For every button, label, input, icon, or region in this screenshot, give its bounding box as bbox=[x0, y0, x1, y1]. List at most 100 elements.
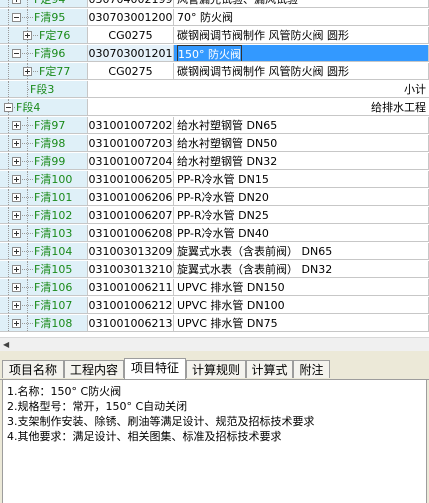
table-row[interactable]: F定76 CG0275 碳钢阀调节阀制作 风管防火阀 圆形 bbox=[0, 27, 429, 45]
expand-plus-icon[interactable] bbox=[12, 157, 21, 166]
tree-cell[interactable]: F定77 bbox=[0, 63, 88, 80]
tree-cell[interactable]: F清101 bbox=[0, 189, 88, 206]
row-code: CG0275 bbox=[88, 27, 174, 44]
row-name: PP-R冷水管 DN15 bbox=[174, 171, 429, 188]
tree-cell[interactable]: F清106 bbox=[0, 279, 88, 296]
row-name: 给排水工程 bbox=[88, 99, 429, 116]
row-label: F清96 bbox=[34, 47, 66, 60]
expand-plus-icon[interactable] bbox=[12, 265, 21, 274]
tab-formula[interactable]: 计算式 bbox=[246, 360, 293, 378]
table-row[interactable]: F清101 031001006206 PP-R冷水管 DN20 bbox=[0, 189, 429, 207]
row-name: PP-R冷水管 DN25 bbox=[174, 207, 429, 224]
row-code: 031001007204 bbox=[88, 153, 174, 170]
tree-line bbox=[28, 89, 29, 90]
expand-plus-icon[interactable] bbox=[12, 139, 21, 148]
table-row[interactable]: F清98 031001007203 给水衬塑钢管 DN50 bbox=[0, 135, 429, 153]
tree-line bbox=[8, 315, 9, 331]
table-row[interactable]: F段4 给排水工程 bbox=[0, 99, 429, 117]
table-row[interactable]: F清96 030703001201 150° 防火阀 bbox=[0, 45, 429, 63]
tree-line bbox=[8, 207, 9, 223]
collapse-minus-icon[interactable] bbox=[12, 49, 21, 58]
expand-plus-icon[interactable] bbox=[23, 67, 32, 76]
tree-cell[interactable]: F清104 bbox=[0, 243, 88, 260]
tab-notes[interactable]: 附注 bbox=[293, 360, 330, 378]
expand-plus-icon[interactable] bbox=[12, 247, 21, 256]
feature-text-area[interactable]: 1.名称：150° C防火阀 2.规格型号：常开，150° C自动关闭 3.支架制作… bbox=[2, 380, 427, 503]
tree-line bbox=[8, 9, 9, 25]
row-code: 031003013209 bbox=[88, 243, 174, 260]
row-name: 风管漏光试验、漏风试验 bbox=[174, 0, 429, 8]
row-name: 碳钢阀调节阀制作 风管防火阀 圆形 bbox=[174, 63, 429, 80]
expand-plus-icon[interactable] bbox=[23, 31, 32, 40]
table-row[interactable]: F清107 031001006212 UPVC 排水管 DN100 bbox=[0, 297, 429, 315]
table-row[interactable]: F清100 031001006205 PP-R冷水管 DN15 bbox=[0, 171, 429, 189]
expand-plus-icon[interactable] bbox=[12, 175, 21, 184]
table-row[interactable]: F清102 031001006207 PP-R冷水管 DN25 bbox=[0, 207, 429, 225]
row-name: PP-R冷水管 DN40 bbox=[174, 225, 429, 242]
tree-cell[interactable]: F清97 bbox=[0, 117, 88, 134]
row-code: 031001007202 bbox=[88, 117, 174, 134]
tree-line bbox=[8, 171, 9, 187]
tree-cell[interactable]: F清95 bbox=[0, 9, 88, 26]
row-name: 旋翼式水表（含表前阀） DN65 bbox=[174, 243, 429, 260]
tree-cell[interactable]: F清100 bbox=[0, 171, 88, 188]
detail-tabbar: 项目名称 工程内容 项目特征 计算规则 计算式 附注 bbox=[0, 357, 429, 380]
bill-grid: F定94 030704002199风管漏光试验、漏风试验 F清95 030703001… bbox=[0, 0, 429, 337]
row-code: 030704002199 bbox=[88, 0, 174, 8]
tree-cell[interactable]: F清105 bbox=[0, 261, 88, 278]
expand-plus-icon[interactable] bbox=[12, 121, 21, 130]
tree-cell[interactable]: F定76 bbox=[0, 27, 88, 44]
tree-cell[interactable]: F清103 bbox=[0, 225, 88, 242]
row-label: F清108 bbox=[34, 317, 73, 330]
tree-cell[interactable]: F段3 bbox=[0, 81, 88, 98]
row-label: F清98 bbox=[34, 137, 66, 150]
table-row[interactable]: F定77 CG0275 碳钢阀调节阀制作 风管防火阀 圆形 bbox=[0, 63, 429, 81]
table-row[interactable]: F清95 030703001200 70° 防火阀 bbox=[0, 9, 429, 27]
row-name[interactable]: 150° 防火阀 bbox=[174, 45, 429, 62]
tree-cell[interactable]: F清108 bbox=[0, 315, 88, 332]
expand-plus-icon[interactable] bbox=[12, 193, 21, 202]
tree-cell[interactable]: F定94 bbox=[0, 0, 88, 8]
tree-line bbox=[8, 243, 9, 259]
collapse-minus-icon[interactable] bbox=[4, 103, 13, 112]
table-row[interactable]: F清99 031001007204 给水衬塑钢管 DN32 bbox=[0, 153, 429, 171]
tree-cell[interactable]: F清107 bbox=[0, 297, 88, 314]
table-row[interactable]: F清104 031003013209 旋翼式水表（含表前阀） DN65 bbox=[0, 243, 429, 261]
expand-plus-icon[interactable] bbox=[12, 283, 21, 292]
tree-line bbox=[8, 297, 9, 313]
tree-cell[interactable]: F段4 bbox=[0, 99, 88, 116]
tree-cell[interactable]: F清96 bbox=[0, 45, 88, 62]
expand-plus-icon[interactable] bbox=[12, 301, 21, 310]
collapse-minus-icon[interactable] bbox=[12, 13, 21, 22]
tree-cell[interactable]: F清99 bbox=[0, 153, 88, 170]
table-row[interactable]: F清97 031001007202 给水衬塑钢管 DN65 bbox=[0, 117, 429, 135]
row-label: F段3 bbox=[30, 83, 55, 96]
tab-work-content[interactable]: 工程内容 bbox=[64, 360, 124, 378]
tab-item-features[interactable]: 项目特征 bbox=[124, 358, 186, 379]
name-edit-field[interactable]: 150° 防火阀 bbox=[177, 45, 242, 61]
row-code: 031001007203 bbox=[88, 135, 174, 152]
expand-plus-icon[interactable] bbox=[12, 229, 21, 238]
row-code: 031003013210 bbox=[88, 261, 174, 278]
tree-line bbox=[8, 189, 9, 205]
row-code: 031001006205 bbox=[88, 171, 174, 188]
table-row[interactable]: F清103 031001006208 PP-R冷水管 DN40 bbox=[0, 225, 429, 243]
tree-cell[interactable]: F清98 bbox=[0, 135, 88, 152]
tree-line bbox=[8, 0, 9, 7]
table-row[interactable]: F清105 031003013210 旋翼式水表（含表前阀） DN32 bbox=[0, 261, 429, 279]
table-row[interactable]: F段3 小计 bbox=[0, 81, 429, 99]
horizontal-scrollbar[interactable]: ◀ bbox=[0, 337, 429, 351]
tree-cell[interactable]: F清102 bbox=[0, 207, 88, 224]
table-row[interactable]: F清108 031001006213 UPVC 排水管 DN75 bbox=[0, 315, 429, 333]
tab-item-name[interactable]: 项目名称 bbox=[2, 360, 64, 378]
expand-plus-icon[interactable] bbox=[12, 211, 21, 220]
expand-plus-icon[interactable] bbox=[12, 319, 21, 328]
scroll-left-arrow-icon[interactable]: ◀ bbox=[3, 340, 9, 349]
row-name: PP-R冷水管 DN20 bbox=[174, 189, 429, 206]
table-row[interactable]: F定94 030704002199风管漏光试验、漏风试验 bbox=[0, 0, 429, 9]
row-name: UPVC 排水管 DN75 bbox=[174, 315, 429, 332]
tab-calc-rules[interactable]: 计算规则 bbox=[186, 360, 246, 378]
expand-plus-icon[interactable] bbox=[12, 0, 21, 4]
table-row[interactable]: F清106 031001006211 UPVC 排水管 DN150 bbox=[0, 279, 429, 297]
row-label: F清103 bbox=[34, 227, 73, 240]
